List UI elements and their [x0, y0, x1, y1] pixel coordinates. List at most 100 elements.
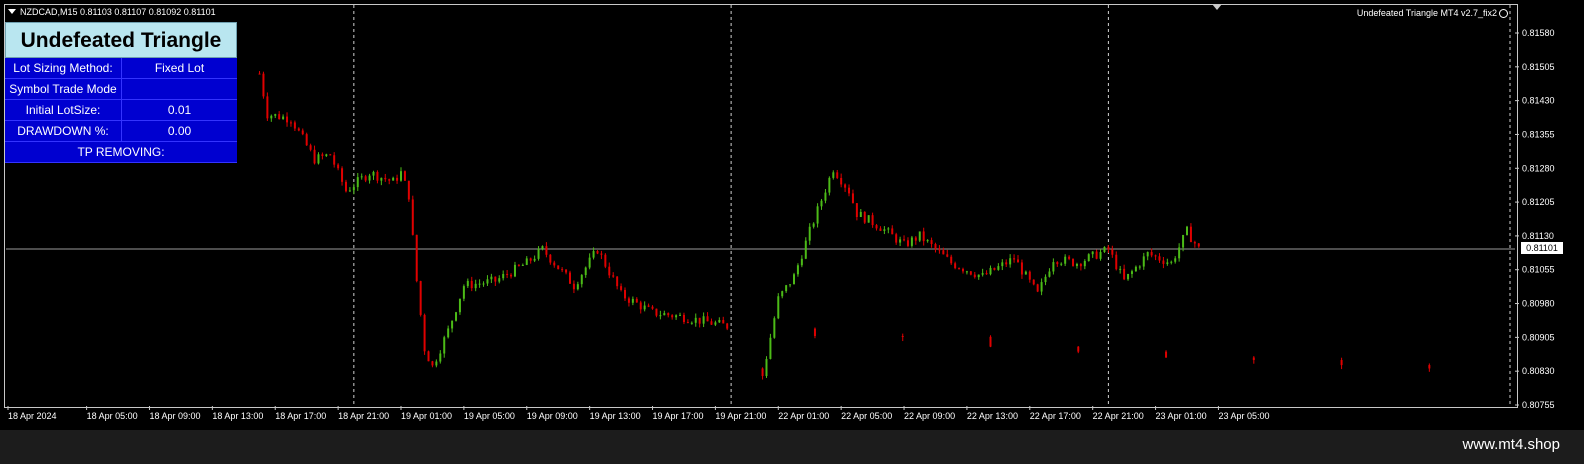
candle-body	[1182, 235, 1185, 248]
candle-body	[1115, 254, 1118, 270]
candle-body	[950, 256, 953, 264]
price-chart[interactable]: 0.81580 0.81505 0.81430 0.81355 0.81280 0.812…	[0, 0, 1584, 464]
x-tick-label: 22 Apr 17:00	[1030, 411, 1081, 421]
candle-body	[439, 353, 442, 362]
smiley-icon[interactable]	[1499, 9, 1508, 18]
candle-body	[901, 335, 904, 337]
candle-body	[447, 328, 450, 338]
candle-body	[1130, 271, 1133, 274]
candle-body	[258, 73, 261, 75]
candle-body	[541, 246, 544, 249]
candle-body	[899, 239, 902, 243]
candle-body	[698, 317, 701, 324]
candle-body	[1064, 256, 1067, 264]
candle-body	[714, 322, 717, 325]
candle-body	[293, 122, 296, 129]
indicator-name: Undefeated Triangle MT4 v2.7_fix2	[1356, 8, 1497, 18]
y-tick-label: 0.80980	[1522, 299, 1555, 309]
candle-body	[1186, 226, 1188, 236]
candle-body	[568, 272, 571, 284]
candle-body	[946, 254, 949, 257]
candle-body	[533, 258, 536, 261]
candle-body	[1158, 256, 1161, 261]
y-tick-label: 0.80905	[1522, 332, 1555, 342]
candle-body	[1083, 261, 1086, 267]
candle-body	[828, 177, 831, 193]
candle-body	[372, 171, 375, 176]
candle-body	[490, 276, 493, 280]
candle-body	[671, 315, 674, 318]
candle-body	[513, 264, 516, 277]
candle-body	[333, 155, 336, 165]
candle-body	[867, 215, 870, 223]
candle-body	[785, 285, 788, 292]
x-tick-label: 18 Apr 13:00	[212, 411, 263, 421]
x-tick-label: 22 Apr 09:00	[904, 411, 955, 421]
candle-body	[474, 283, 477, 289]
shift-marker-icon[interactable]	[1212, 4, 1222, 10]
y-tick-label: 0.81055	[1522, 265, 1555, 275]
candle-body	[266, 96, 269, 119]
candle-body	[608, 266, 611, 276]
candle-body	[930, 240, 933, 245]
candle-body	[1075, 263, 1078, 266]
panel-row: Lot Sizing Method: Fixed Lot	[5, 58, 237, 79]
candle-body	[321, 154, 324, 156]
candle-body	[620, 286, 623, 290]
candle-body	[1170, 261, 1173, 263]
candle-body	[718, 319, 721, 323]
candle-body	[537, 248, 540, 259]
candle-body	[517, 264, 520, 266]
candle-body	[388, 179, 391, 181]
candle-body	[502, 274, 505, 279]
candle-body	[663, 313, 666, 316]
candle-body	[498, 278, 501, 282]
candle-body	[655, 308, 658, 316]
candle-body	[922, 231, 925, 242]
candle-body	[859, 211, 862, 217]
dropdown-triangle-icon[interactable]	[8, 9, 16, 14]
candle-body	[1166, 262, 1169, 264]
candle-body	[1174, 258, 1177, 262]
candle-body	[270, 115, 273, 119]
candle-body	[958, 268, 961, 270]
candle-body	[659, 315, 662, 317]
candle-body	[1123, 268, 1126, 280]
x-tick-label: 22 Apr 13:00	[967, 411, 1018, 421]
candle-body	[494, 276, 497, 282]
candle-body	[726, 323, 729, 329]
candle-body	[820, 200, 823, 207]
panel-row-label: Initial LotSize:	[5, 100, 122, 120]
candle-body	[1024, 271, 1027, 275]
candle-body	[576, 284, 579, 290]
candle-body	[1052, 262, 1055, 272]
candle-body	[903, 239, 906, 241]
candle-body	[470, 280, 473, 289]
y-tick-label: 0.80830	[1522, 366, 1555, 376]
candle-body	[875, 225, 878, 229]
candle-body	[1428, 365, 1431, 369]
candle-body	[431, 361, 434, 366]
candle-body	[824, 192, 827, 201]
candle-body	[1138, 266, 1141, 268]
candle-body	[694, 317, 697, 323]
candle-body	[1134, 266, 1137, 272]
candle-body	[639, 302, 642, 310]
candle-body	[777, 296, 780, 319]
candle-body	[773, 318, 776, 338]
candle-body	[565, 269, 568, 273]
candle-body	[1127, 273, 1130, 280]
candle-body	[1111, 249, 1114, 255]
candle-body	[1036, 284, 1039, 292]
candle-body	[592, 251, 595, 258]
candle-body	[851, 193, 854, 204]
candle-body	[360, 176, 363, 178]
candle-body	[309, 145, 312, 150]
x-tick-label: 19 Apr 05:00	[464, 411, 515, 421]
candle-body	[804, 240, 807, 259]
x-tick-label: 22 Apr 05:00	[841, 411, 892, 421]
candle-body	[761, 368, 764, 377]
x-tick-label: 18 Apr 09:00	[149, 411, 200, 421]
candle-body	[545, 246, 548, 255]
candle-body	[1001, 262, 1004, 267]
